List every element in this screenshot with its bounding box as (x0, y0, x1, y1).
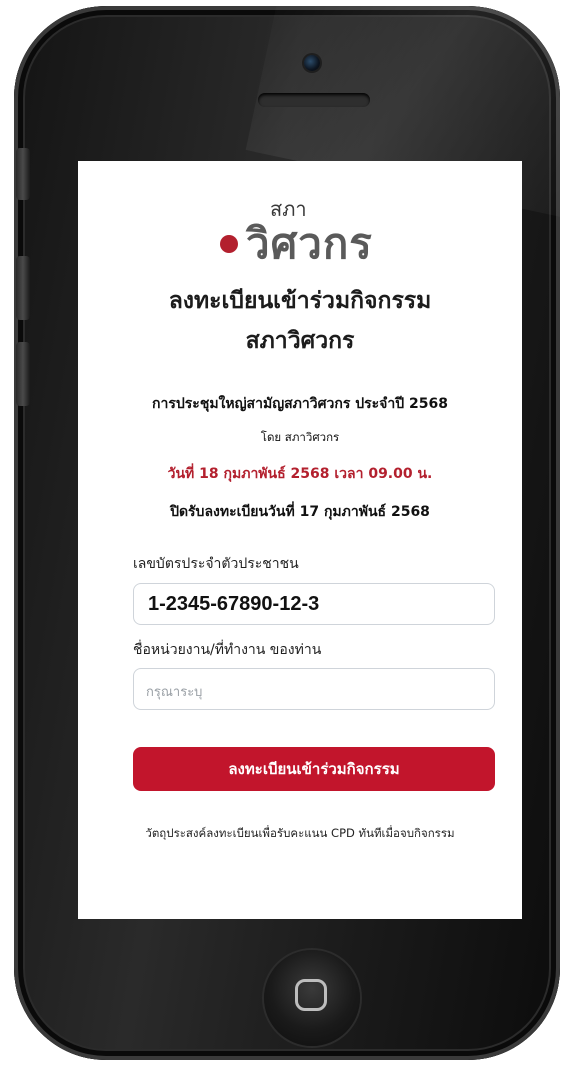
organization-input[interactable]: กรุณาระบุ (133, 668, 495, 710)
id-card-value: 1-2345-67890-12-3 (148, 593, 320, 615)
phone-screen: สภา วิศวกร ลงทะเบียนเข้าร่วมกิจกรรม สภาว… (78, 161, 522, 919)
page-title: ลงทะเบียนเข้าร่วมกิจกรรม (168, 288, 432, 314)
organization-placeholder: กรุณาระบุ (146, 685, 203, 700)
volume-down-button (16, 342, 30, 406)
organization-label: ชื่อหน่วยงาน/ที่ทำงาน ของท่าน (133, 642, 322, 658)
event-name: การประชุมใหญ่สามัญสภาวิศวกร ประจำปี 2568 (152, 396, 448, 412)
engineers-council-logo: สภา วิศวกร (220, 193, 420, 268)
phone-frame: สภา วิศวกร ลงทะเบียนเข้าร่วมกิจกรรม สภาว… (14, 6, 560, 1060)
cpd-note: วัตถุประสงค์ลงทะเบียนเพื่อรับคะแนน CPD ท… (145, 826, 455, 840)
volume-up-button (16, 256, 30, 320)
front-camera (304, 55, 320, 71)
id-card-label: เลขบัตรประจำตัวประชาชน (133, 556, 299, 572)
event-organizer: โดย สภาวิศวกร (260, 430, 340, 444)
home-square-icon (295, 979, 327, 1011)
logo-dot (220, 235, 238, 253)
earpiece-speaker (258, 93, 370, 107)
event-datetime: วันที่ 18 กุมภาพันธ์ 2568 เวลา 09.00 น. (167, 466, 433, 482)
register-button[interactable]: ลงทะเบียนเข้าร่วมกิจกรรม (133, 747, 495, 791)
page-subtitle: สภาวิศวกร (245, 328, 355, 354)
registration-deadline: ปิดรับลงทะเบียนวันที่ 17 กุมภาพันธ์ 2568 (170, 504, 430, 520)
home-button[interactable] (264, 950, 360, 1046)
logo-big-text: วิศวกร (246, 219, 373, 268)
id-card-input[interactable]: 1-2345-67890-12-3 (133, 583, 495, 625)
mute-switch (16, 148, 30, 200)
